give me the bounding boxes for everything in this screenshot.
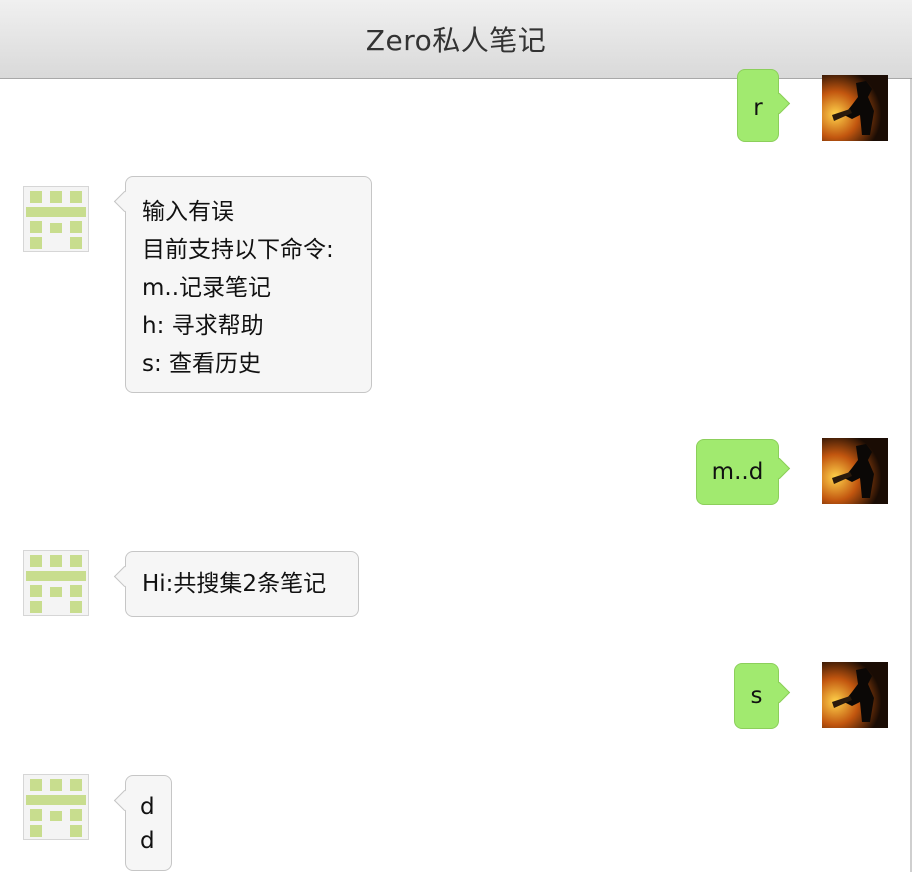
message-text: s — [750, 683, 763, 709]
bot-avatar[interactable] — [23, 550, 89, 616]
bot-avatar[interactable] — [23, 186, 89, 252]
bubble-tail — [113, 565, 136, 588]
bubble-tail — [768, 92, 791, 115]
user-avatar[interactable] — [822, 662, 888, 728]
incoming-message-bubble[interactable]: d d — [113, 775, 172, 871]
outgoing-message-bubble[interactable]: r — [737, 69, 791, 142]
message-line: m..记录笔记 — [142, 275, 272, 301]
bubble-tail — [768, 681, 791, 704]
message-line: 输入有误 — [142, 199, 234, 225]
message-text: r — [753, 94, 763, 121]
message-text: m..d — [711, 459, 764, 485]
window-title: Zero私人笔记 — [365, 24, 547, 57]
message-line: s: 查看历史 — [142, 351, 262, 377]
user-avatar[interactable] — [822, 75, 888, 141]
user-avatar-photo-icon — [822, 438, 888, 504]
bubble-tail — [768, 457, 791, 480]
user-avatar-photo-icon — [822, 75, 888, 141]
title-bar: Zero私人笔记 — [0, 0, 912, 79]
message-line: h: 寻求帮助 — [142, 313, 264, 339]
user-avatar-photo-icon — [822, 662, 888, 728]
bubble-tail — [113, 190, 136, 213]
bot-pixel-avatar-icon — [24, 187, 88, 251]
outgoing-message-bubble[interactable]: s — [734, 663, 791, 729]
bot-pixel-avatar-icon — [24, 775, 88, 839]
bubble-tail — [113, 789, 136, 812]
bot-avatar[interactable] — [23, 774, 89, 840]
message-line: Hi:共搜集2条笔记 — [142, 571, 327, 597]
message-line: d — [140, 794, 155, 820]
message-line: 目前支持以下命令: — [142, 237, 334, 263]
incoming-message-bubble[interactable]: Hi:共搜集2条笔记 — [113, 551, 359, 617]
incoming-message-bubble[interactable]: 输入有误 目前支持以下命令: m..记录笔记 h: 寻求帮助 s: 查看历史 — [113, 176, 372, 393]
outgoing-message-bubble[interactable]: m..d — [696, 439, 791, 505]
bot-pixel-avatar-icon — [24, 551, 88, 615]
user-avatar[interactable] — [822, 438, 888, 504]
message-line: d — [140, 828, 155, 854]
